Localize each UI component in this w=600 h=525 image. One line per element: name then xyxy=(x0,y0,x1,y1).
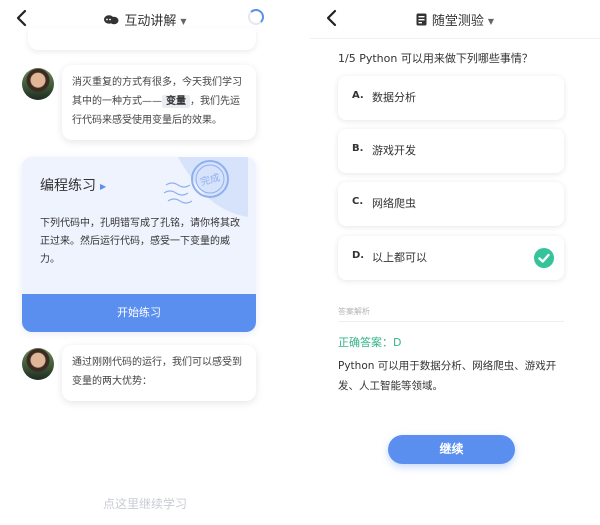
message-bubble: 消灭重复的方式有很多，今天我们学习其中的一种方式—— 变量 ，我们先运行代码来感受使… xyxy=(62,65,256,140)
option-letter: D. xyxy=(352,250,365,261)
message-text: 通过刚刚代码的运行，我们可以感受到变量的两大优势： xyxy=(72,357,242,387)
quiz-icon xyxy=(416,13,427,30)
practice-card-description: 下列代码中，孔明错写成了孔铭，请你将其改正过来。然后运行代码，感受一下变量的威力… xyxy=(40,218,240,265)
message-bubble: 通过刚刚代码的运行，我们可以感受到变量的两大优势： xyxy=(62,345,256,401)
continue-button[interactable]: 继续 xyxy=(388,435,515,464)
option-text: 网络爬虫 xyxy=(372,197,416,210)
header-divider xyxy=(310,38,600,39)
option-text: 游戏开发 xyxy=(372,144,416,157)
start-practice-button[interactable]: 开始练习 xyxy=(22,294,256,332)
keyword-highlight: 变量 xyxy=(162,95,190,108)
continue-learning-link[interactable]: 点这里继续学习 xyxy=(0,495,290,512)
play-triangle-icon: ▶ xyxy=(100,181,107,191)
option-d[interactable]: D. 以上都可以 xyxy=(338,236,564,280)
loading-spinner-icon xyxy=(248,9,264,25)
answer-explanation: Python 可以用于数据分析、网络爬虫、游戏开发、人工智能等领域。 xyxy=(338,360,557,392)
option-text: 以上都可以 xyxy=(372,251,427,264)
lecture-panel: 互动讲解 ▼ 消灭重复的方式有很多，今天我们学习其中的一种方式—— 变量 ，我们先运行… xyxy=(0,0,290,525)
quiz-title[interactable]: 随堂测验 ▼ xyxy=(310,10,600,30)
correct-answer: 正确答案：D xyxy=(338,336,402,349)
quiz-panel: 随堂测验 ▼ 1/5 Python 可以用来做下列哪些事情？ A. 数据分析 B.… xyxy=(310,0,600,525)
checkmark-icon xyxy=(534,248,554,268)
lecture-title[interactable]: 互动讲解 ▼ xyxy=(0,10,290,30)
avatar xyxy=(22,68,54,100)
option-letter: A. xyxy=(352,90,364,101)
option-c[interactable]: C. 网络爬虫 xyxy=(338,182,564,226)
option-b[interactable]: B. 游戏开发 xyxy=(338,129,564,173)
practice-card: 完成 编程练习 ▶ 下列代码中，孔明错写成了孔铭，请你将其改正过来。然后运行代码，… xyxy=(22,157,256,332)
option-a[interactable]: A. 数据分析 xyxy=(338,76,564,120)
answer-section-label: 答案解析 xyxy=(338,307,370,316)
quiz-header: 随堂测验 ▼ xyxy=(310,0,600,38)
divider xyxy=(338,321,564,322)
chevron-down-icon: ▼ xyxy=(180,17,187,26)
quiz-title-label: 随堂测验 xyxy=(431,14,484,29)
question-text: 1/5 Python 可以用来做下列哪些事情？ xyxy=(338,52,533,65)
lecture-title-label: 互动讲解 xyxy=(124,14,177,29)
practice-card-title: 编程练习 ▶ xyxy=(40,175,106,195)
previous-message-bubble xyxy=(28,28,256,50)
option-letter: B. xyxy=(352,143,364,154)
avatar xyxy=(22,348,54,380)
option-text: 数据分析 xyxy=(372,91,416,104)
chevron-down-icon: ▼ xyxy=(487,17,495,26)
practice-card-title-text: 编程练习 xyxy=(40,178,96,194)
option-letter: C. xyxy=(352,196,364,207)
